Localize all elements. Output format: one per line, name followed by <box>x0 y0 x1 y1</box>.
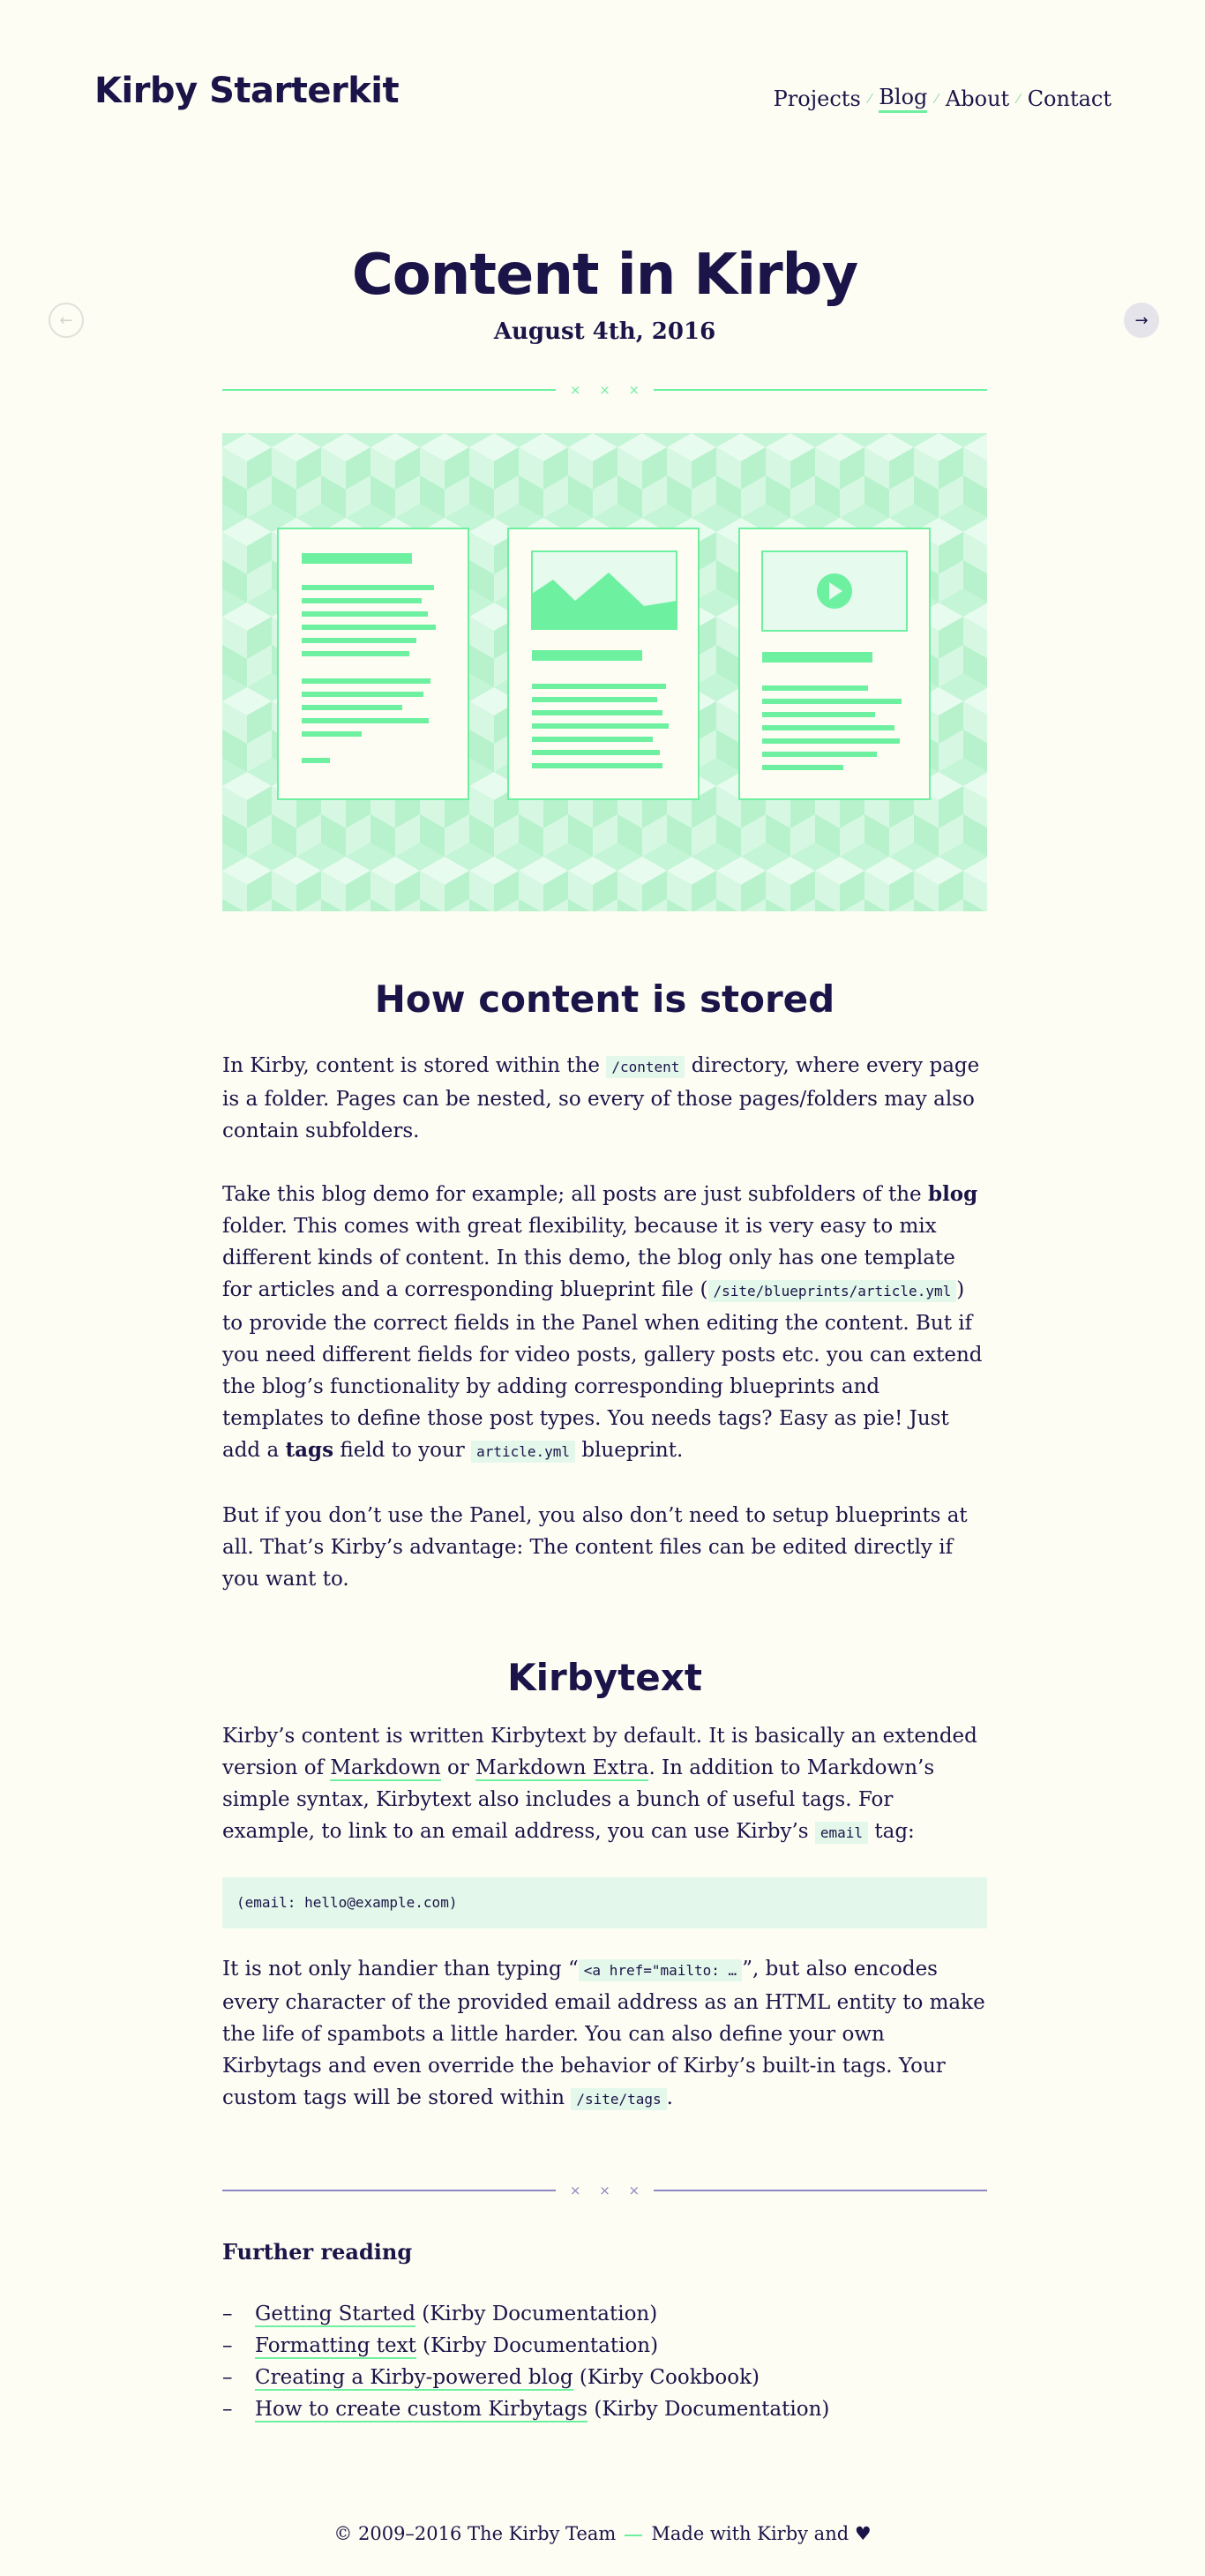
inline-code: /content <box>606 1056 685 1078</box>
bold-text: tags <box>285 1438 334 1462</box>
nav-item-about[interactable]: About <box>946 86 1009 111</box>
section-heading: Kirbytext <box>507 1656 702 1699</box>
arrow-right-icon: → <box>1134 311 1149 330</box>
list-item: – Getting Started (Kirby Documentation) <box>222 2303 658 2327</box>
main-navigation: Projects ⁄ Blog ⁄ About ⁄ Contact <box>774 85 1111 113</box>
code-block: (email: hello@example.com) <box>222 1877 987 1928</box>
next-article-button[interactable]: → <box>1124 303 1159 338</box>
article-title: Content in Kirby <box>351 243 858 308</box>
nav-item-blog[interactable]: Blog <box>879 85 928 113</box>
kirby-blog-link[interactable]: Creating a Kirby-powered blog <box>255 2366 573 2391</box>
nav-item-projects[interactable]: Projects <box>774 86 861 111</box>
previous-article-button[interactable]: ← <box>49 303 84 338</box>
inline-code: email <box>814 1822 869 1844</box>
further-reading-list: – Getting Started (Kirby Documentation) –… <box>222 2298 987 2425</box>
markdown-link[interactable]: Markdown <box>330 1756 441 1781</box>
footer-divider: × × × <box>222 2183 987 2198</box>
site-title[interactable]: Kirby Starterkit <box>94 71 400 111</box>
video-card <box>738 528 931 800</box>
inline-code: article.yml <box>471 1441 576 1463</box>
nav-item-contact[interactable]: Contact <box>1028 86 1111 111</box>
formatting-text-link[interactable]: Formatting text <box>255 2334 416 2359</box>
cover-image <box>222 433 987 911</box>
markdown-extra-link[interactable]: Markdown Extra <box>475 1756 649 1781</box>
site-footer: © 2009–2016 The Kirby Team Made with Kirb… <box>0 2523 1205 2544</box>
list-item: – How to create custom Kirbytags (Kirby D… <box>222 2398 830 2422</box>
paragraph: But if you don’t use the Panel, you also… <box>222 1504 968 1591</box>
further-reading-title: Further reading <box>222 2239 413 2265</box>
inline-code: /site/tags <box>571 2088 667 2110</box>
custom-kirbytags-link[interactable]: How to create custom Kirbytags <box>255 2398 588 2422</box>
divider-marks: × × × <box>569 2183 647 2198</box>
getting-started-link[interactable]: Getting Started <box>255 2303 415 2327</box>
article-date: August 4th, 2016 <box>493 318 716 345</box>
nav-separator: ⁄ <box>868 91 872 107</box>
paragraph: Kirby’s content is written Kirbytext by … <box>222 1725 977 1844</box>
paragraph: In Kirby, content is stored within the /… <box>222 1054 980 1142</box>
nav-separator: ⁄ <box>935 91 938 107</box>
article: Content in Kirby August 4th, 2016 × × × <box>222 236 987 2425</box>
copyright: © 2009–2016 The Kirby Team <box>333 2523 617 2544</box>
bold-text: blog <box>927 1182 978 1206</box>
list-item: – Creating a Kirby-powered blog (Kirby Co… <box>222 2366 760 2391</box>
paragraph: It is not only handier than typing “<a h… <box>222 1958 985 2110</box>
footer-separator <box>625 2534 643 2536</box>
site-logo[interactable]: Kirby Starterkit <box>94 71 400 111</box>
header-divider: × × × <box>222 382 987 398</box>
divider-marks: × × × <box>569 382 647 398</box>
inline-code: /site/blueprints/article.yml <box>707 1280 957 1302</box>
nav-separator: ⁄ <box>1017 91 1020 107</box>
arrow-left-icon: ← <box>59 311 73 330</box>
document-card <box>277 528 469 800</box>
list-item: – Formatting text (Kirby Documentation) <box>222 2334 659 2359</box>
paragraph: Take this blog demo for example; all pos… <box>222 1182 983 1463</box>
image-card <box>507 528 700 800</box>
section-heading: How content is stored <box>374 977 835 1021</box>
inline-code: <a href="mailto: … <box>578 1959 743 1981</box>
made-with-text: Made with Kirby and ♥ <box>651 2523 872 2544</box>
